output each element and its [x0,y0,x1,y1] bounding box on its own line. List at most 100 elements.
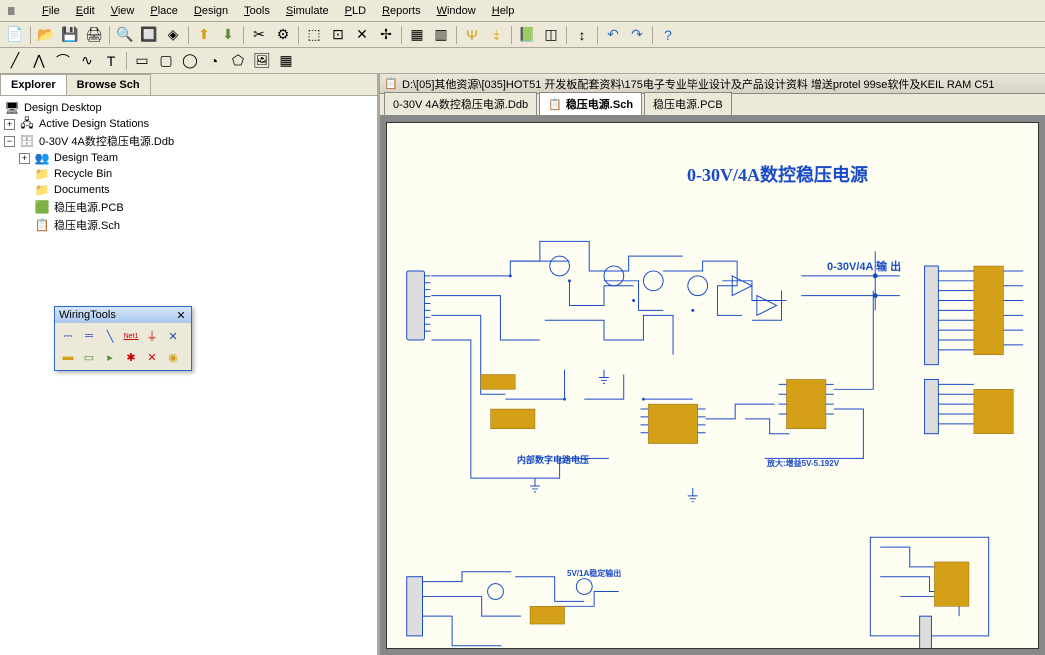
expand-icon[interactable]: + [4,119,15,130]
team-icon: 👥 [34,151,50,165]
undo-button[interactable]: ↶ [602,24,624,46]
tree-root[interactable]: 🖥 Design Desktop [4,100,373,116]
sheet-symbol-button[interactable]: ▭ [79,347,99,367]
annotate-button[interactable]: ↕ [571,24,593,46]
net-label-button[interactable]: Net1 [121,326,141,346]
database-icon: 🗄 [19,134,35,148]
menu-design[interactable]: Design [186,2,236,20]
ellipse-button[interactable]: ◯ [179,50,201,72]
menu-edit[interactable]: Edit [68,2,103,20]
power-port-button[interactable]: ⏚ [142,326,162,346]
zoom-fit-button[interactable]: ◈ [162,24,184,46]
tab-browse-sch[interactable]: Browse Sch [66,74,151,95]
round-rect-button[interactable]: ▢ [155,50,177,72]
menu-window[interactable]: Window [429,2,484,20]
port-button[interactable]: ✱ [121,347,141,367]
no-erc-button[interactable]: ✕ [142,347,162,367]
tool2-button[interactable]: ▥ [430,24,452,46]
collapse-icon[interactable]: − [4,136,15,147]
redo-button[interactable]: ↷ [626,24,648,46]
text-button[interactable]: T [100,50,122,72]
browse-button[interactable]: 📗 [516,24,538,46]
bus-button[interactable]: ═ [79,326,99,346]
rect-button[interactable]: ▭ [131,50,153,72]
port-button[interactable]: ⤈ [485,24,507,46]
probe-button[interactable]: ◉ [163,347,183,367]
pie-button[interactable]: ◔ [203,50,225,72]
polygon-button[interactable]: ⬠ [227,50,249,72]
power-button[interactable]: Ψ [461,24,483,46]
menu-simulate[interactable]: Simulate [278,2,337,20]
tree-ddb[interactable]: − 🗄 0-30V 4A数控稳压电源.Ddb [4,132,373,150]
tree-team[interactable]: + 👥 Design Team [4,150,373,166]
menu-view[interactable]: View [103,2,143,20]
tree-sch[interactable]: 📋 稳压电源.Sch [4,216,373,234]
doc-icon: 📋 [384,77,398,91]
document-title-bar: 📋 D:\[05]其他资源\[035]HOT51 开发板配套资料\175电子专业… [380,74,1045,94]
zoom-button[interactable]: 🔍 [114,24,136,46]
menu-place[interactable]: Place [142,2,186,20]
part-button[interactable]: ▬ [58,347,78,367]
expand-icon[interactable]: + [19,153,30,164]
tree-pcb[interactable]: 🟩 稳压电源.PCB [4,198,373,216]
tab-pcb[interactable]: 稳压电源.PCB [644,92,732,115]
array-button[interactable]: ▦ [275,50,297,72]
schematic-drawing [387,123,1038,649]
pcb-icon: 🟩 [34,200,50,214]
menu-help[interactable]: Help [484,2,523,20]
cut-button[interactable]: ✂ [248,24,270,46]
tab-ddb[interactable]: 0-30V 4A数控稳压电源.Ddb [384,92,537,115]
drawing-toolbar: ╱ ⋀ ⌒ ∿ T ▭ ▢ ◯ ◔ ⬠ 🖼 ▦ [0,48,1045,74]
schematic-canvas[interactable]: 0-30V/4A数控稳压电源 0-30V/4A 输 出 内部数字电路电压 放大:… [386,122,1039,649]
tree-recycle[interactable]: 📁 Recycle Bin [4,166,373,182]
junction-button[interactable]: ✕ [163,326,183,346]
folder-icon: 📁 [34,183,50,197]
document-area: 📋 D:\[05]其他资源\[035]HOT51 开发板配套资料\175电子专业… [380,74,1045,655]
wire-button[interactable]: ⎓ [58,326,78,346]
move-button[interactable]: ✢ [375,24,397,46]
menu-pld[interactable]: PLD [337,2,374,20]
tool1-button[interactable]: ▦ [406,24,428,46]
line-button[interactable]: ╱ [4,50,26,72]
explorer-panel: Explorer Browse Sch 🖥 Design Desktop + 🖧… [0,74,380,655]
menu-file[interactable]: File [34,2,68,20]
library-button[interactable]: ◫ [540,24,562,46]
menu-tools[interactable]: Tools [236,2,278,20]
print-button[interactable]: 🖨 [83,24,105,46]
tab-explorer[interactable]: Explorer [0,74,67,95]
desktop-icon: 🖥 [4,101,20,115]
open-button[interactable]: 📂 [35,24,57,46]
arc-button[interactable]: ⌒ [52,50,74,72]
app-icon [8,7,24,15]
settings-button[interactable]: ⚙ [272,24,294,46]
menu-reports[interactable]: Reports [374,2,429,20]
document-path: D:\[05]其他资源\[035]HOT51 开发板配套资料\175电子专业毕业… [402,76,995,92]
select-rect-button[interactable]: ⬚ [303,24,325,46]
deselect-button[interactable]: ✕ [351,24,373,46]
folder-icon: 📁 [34,167,50,181]
select-touch-button[interactable]: ⊡ [327,24,349,46]
hierarchy-up-button[interactable]: ⬆ [193,24,215,46]
polyline-button[interactable]: ⋀ [28,50,50,72]
stations-icon: 🖧 [19,117,35,131]
bezier-button[interactable]: ∿ [76,50,98,72]
tab-sch[interactable]: 📋 稳压电源.Sch [539,92,642,115]
new-button[interactable]: 📄 [4,24,26,46]
document-tabs: 0-30V 4A数控稳压电源.Ddb 📋 稳压电源.Sch 稳压电源.PCB [380,94,1045,116]
close-icon[interactable]: ✕ [175,309,187,321]
tree-stations[interactable]: + 🖧 Active Design Stations [4,116,373,132]
sheet-entry-button[interactable]: ▸ [100,347,120,367]
zoom-area-button[interactable]: 🔲 [138,24,160,46]
image-button[interactable]: 🖼 [251,50,273,72]
help-button[interactable]: ? [657,24,679,46]
sch-icon: 📋 [34,218,50,232]
tree-documents[interactable]: 📁 Documents [4,182,373,198]
wiring-tools-titlebar[interactable]: WiringTools ✕ [55,307,191,323]
design-tree: 🖥 Design Desktop + 🖧 Active Design Stati… [0,96,377,238]
sch-icon: 📋 [548,98,562,111]
menu-bar: File Edit View Place Design Tools Simula… [0,0,1045,22]
save-button[interactable]: 💾 [59,24,81,46]
hierarchy-down-button[interactable]: ⬇ [217,24,239,46]
wiring-tools-palette[interactable]: WiringTools ✕ ⎓ ═ ╲ Net1 ⏚ ✕ ▬ ▭ ▸ ✱ ✕ ◉ [54,306,192,371]
bus-entry-button[interactable]: ╲ [100,326,120,346]
